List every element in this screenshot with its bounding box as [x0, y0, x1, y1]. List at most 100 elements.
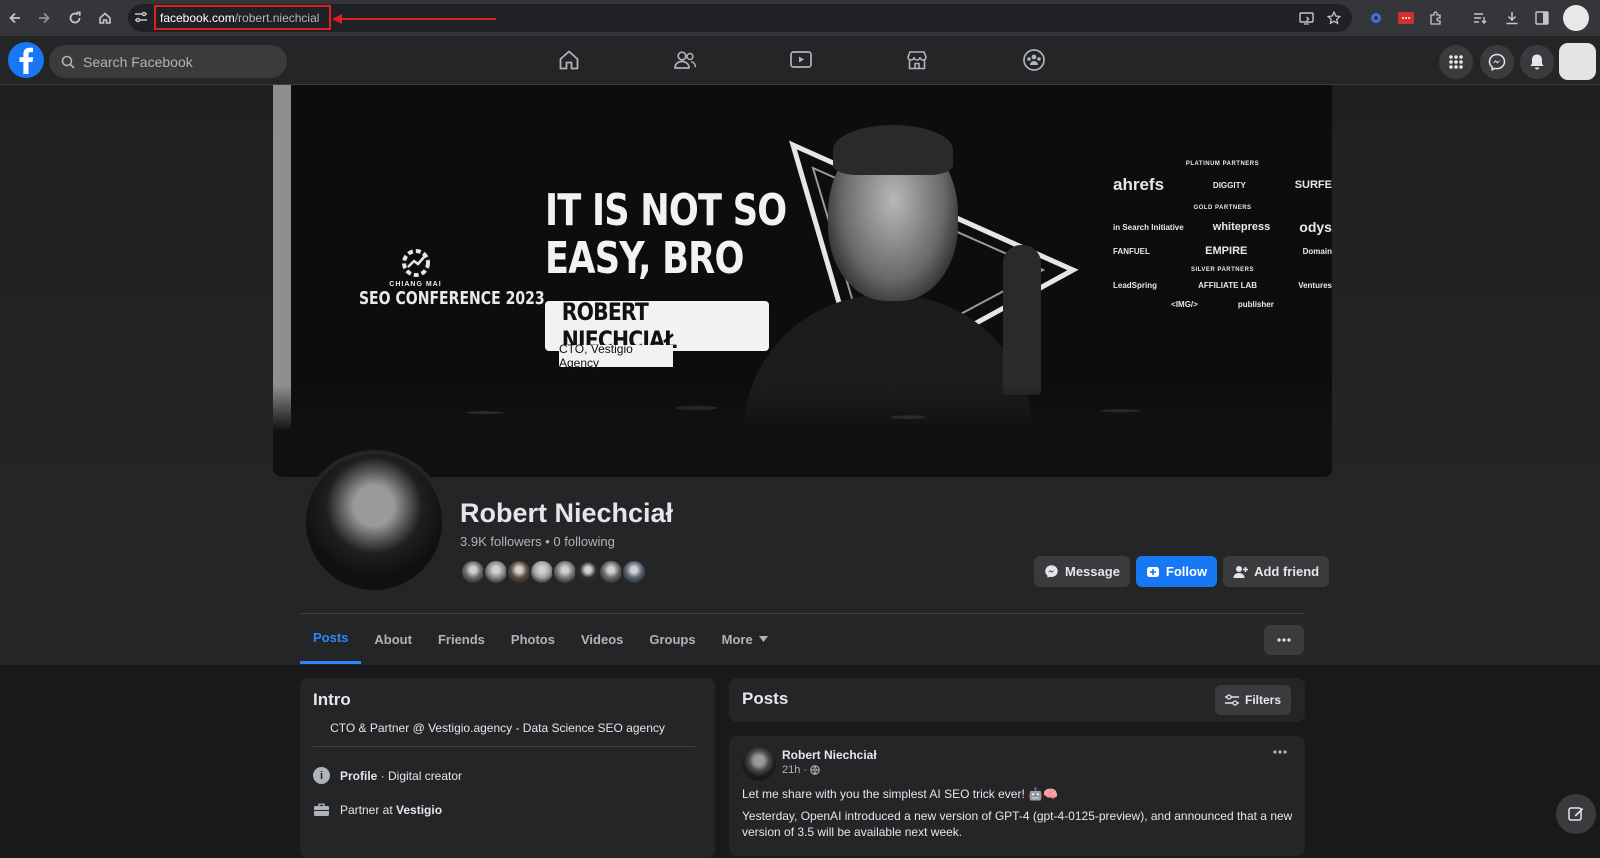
caret-down-icon — [758, 636, 768, 642]
reading-list-icon[interactable] — [1466, 3, 1494, 33]
conference-logo: CHIANG MAI SEO CONFERENCE 2023 — [343, 245, 545, 309]
star-icon[interactable] — [1320, 3, 1348, 33]
filters-icon — [1224, 694, 1239, 706]
forward-icon[interactable] — [29, 3, 59, 33]
annotation-arrow — [332, 14, 496, 24]
posts-header-card: Posts Filters — [729, 678, 1305, 722]
tab-more-label: More — [721, 631, 753, 647]
post-author[interactable]: Robert Niechciał — [782, 748, 877, 762]
friend-avatar[interactable] — [621, 559, 647, 585]
profile-stats[interactable]: 3.9K followers • 0 following — [460, 534, 615, 549]
post-options-icon[interactable] — [1273, 750, 1287, 754]
friend-faces[interactable] — [460, 559, 647, 585]
compose-icon[interactable] — [1556, 794, 1596, 834]
cast-icon[interactable] — [1292, 3, 1320, 33]
sponsor-logo: publisher — [1237, 300, 1274, 309]
profile-name: Robert Niechciał — [460, 498, 674, 528]
message-button[interactable]: Message — [1034, 556, 1130, 587]
sponsor-logo: FANFUEL — [1113, 246, 1150, 256]
post-timestamp[interactable]: 21h · — [782, 764, 820, 776]
browser-toolbar: facebook.com/robert.niechcial — [0, 0, 1600, 36]
tab-more[interactable]: More — [709, 614, 781, 664]
conference-gear-icon — [401, 249, 430, 277]
sponsor-logo: SURFE — [1294, 179, 1332, 191]
intro-bio: CTO & Partner @ Vestigio.agency - Data S… — [330, 721, 665, 735]
add-friend-button[interactable]: Add friend — [1223, 556, 1330, 587]
friends-nav-icon[interactable] — [655, 44, 715, 76]
sponsor-logo: ahrefs — [1113, 175, 1165, 194]
sponsor-wall: PLATINUM PARTNERS ahrefs DIGGITY SURFE G… — [1113, 155, 1332, 319]
conference-name: SEO CONFERENCE 2023 — [358, 288, 545, 309]
address-bar-url[interactable]: facebook.com/robert.niechcial — [154, 5, 331, 30]
cover-photo[interactable]: CHIANG MAI SEO CONFERENCE 2023 IT IS NOT… — [273, 85, 1332, 477]
extension-red-icon[interactable] — [1392, 3, 1420, 33]
gold-heading: GOLD PARTNERS — [1193, 205, 1252, 211]
profile-tabs: Posts About Friends Photos Videos Groups… — [300, 614, 781, 664]
tab-videos[interactable]: Videos — [568, 614, 636, 664]
sponsor-logo: Domain — [1302, 246, 1332, 256]
home-icon[interactable] — [90, 3, 120, 33]
download-icon[interactable] — [1498, 3, 1526, 33]
facebook-search[interactable] — [49, 45, 287, 78]
browser-profile-avatar[interactable] — [1563, 5, 1589, 31]
profile-picture[interactable] — [302, 450, 446, 594]
intro-work-line: Partner at Vestigio — [313, 802, 442, 817]
briefcase-icon — [313, 802, 330, 817]
platinum-heading: PLATINUM PARTNERS — [1185, 161, 1260, 167]
intro-title: Intro — [313, 690, 351, 709]
add-friend-label: Add friend — [1254, 564, 1320, 579]
sponsor-logo: DIGGITY — [1212, 180, 1246, 190]
stage-speaker-figure — [1003, 245, 1041, 395]
bell-icon[interactable] — [1520, 45, 1554, 79]
message-label: Message — [1065, 564, 1120, 579]
site-settings-icon[interactable] — [134, 10, 148, 24]
follow-button[interactable]: Follow — [1135, 556, 1218, 587]
filters-button[interactable]: Filters — [1214, 685, 1291, 715]
tab-photos[interactable]: Photos — [498, 614, 568, 664]
follow-label: Follow — [1165, 564, 1208, 579]
intro-separator — [313, 746, 695, 747]
back-icon[interactable] — [0, 3, 30, 33]
menu-grid-icon[interactable] — [1439, 45, 1473, 79]
account-avatar[interactable] — [1559, 43, 1596, 80]
facebook-logo-icon[interactable] — [8, 42, 44, 78]
post-time-text: 21h · — [782, 764, 808, 776]
tab-friends[interactable]: Friends — [425, 614, 498, 664]
tab-about[interactable]: About — [361, 614, 425, 664]
reload-icon[interactable] — [60, 3, 90, 33]
home-nav-icon[interactable] — [539, 44, 599, 76]
messenger-icon[interactable] — [1480, 45, 1514, 79]
post-author-avatar[interactable] — [742, 747, 776, 781]
add-friend-icon — [1233, 565, 1249, 579]
marketplace-nav-icon[interactable] — [887, 44, 947, 76]
cover-headline: IT IS NOT SO EASY, BRO — [545, 185, 787, 284]
post-text-line: version of 3.5 will be available next we… — [742, 825, 963, 839]
watch-nav-icon[interactable] — [771, 44, 831, 76]
url-path: /robert.niechcial — [234, 10, 320, 25]
filters-label: Filters — [1244, 693, 1281, 707]
sponsor-logo: EMPIRE — [1205, 245, 1248, 257]
intro-profile-text: Profile · Digital creator — [340, 768, 463, 783]
extensions-puzzle-icon[interactable] — [1422, 3, 1450, 33]
intro-work-text[interactable]: Partner at Vestigio — [340, 803, 442, 817]
tab-posts[interactable]: Posts — [300, 614, 362, 664]
side-panel-icon[interactable] — [1528, 3, 1556, 33]
search-input[interactable] — [83, 53, 263, 70]
conference-city: CHIANG MAI — [389, 281, 442, 288]
sponsor-logo: AFFILIATE LAB — [1198, 281, 1258, 290]
sponsor-logo: in Search Initiative — [1113, 222, 1184, 232]
sponsor-logo: whitepress — [1212, 221, 1271, 233]
globe-icon — [810, 765, 820, 775]
extension-gear-icon[interactable] — [1362, 3, 1390, 33]
url-host: facebook.com — [160, 10, 235, 25]
messenger-icon — [1044, 564, 1059, 579]
profile-more-options-button[interactable] — [1264, 625, 1304, 655]
intro-profile-line: i Profile · Digital creator — [313, 767, 462, 784]
search-icon — [61, 55, 75, 69]
sponsor-logo: LeadSpring — [1113, 281, 1158, 290]
post-text-line: Yesterday, OpenAI introduced a new versi… — [742, 809, 1293, 823]
post-card: Robert Niechciał 21h · Let me share with… — [729, 736, 1305, 856]
posts-title: Posts — [742, 689, 789, 708]
tab-groups[interactable]: Groups — [636, 614, 708, 664]
groups-nav-icon[interactable] — [1004, 44, 1064, 76]
